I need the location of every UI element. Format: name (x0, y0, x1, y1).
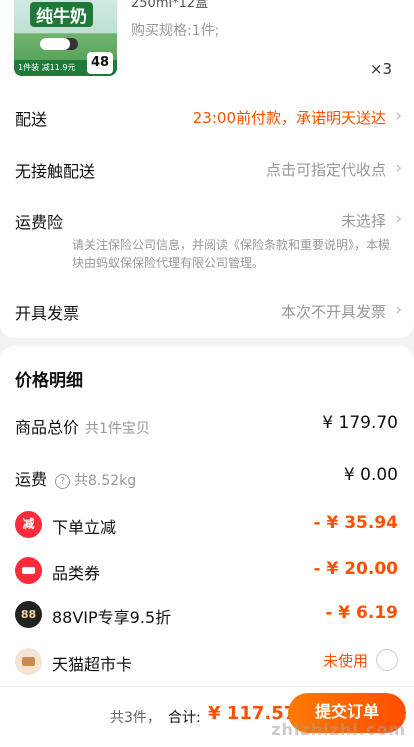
category-coupon-label: 品类券 (52, 564, 101, 583)
category-coupon-amount: - ¥ 20.00 (313, 559, 399, 579)
shipping-insurance-row[interactable]: 运费险 未选择 › (0, 201, 414, 241)
chevron-right-icon: › (395, 158, 402, 178)
help-icon[interactable]: ? (55, 474, 71, 489)
items-total-sub: 共1件宝贝 (85, 421, 150, 437)
invoice-value: 本次不开具发票 (280, 303, 386, 321)
insurance-value: 未选择 (340, 212, 386, 230)
items-total-amount: ¥ 179.70 (322, 413, 398, 433)
delivery-row[interactable]: 配送 23:00前付款，承诺明天送达 › (0, 98, 414, 138)
price-detail-card: 价格明细 商品总价 共1件宝贝 ¥ 179.70 运费? 共8.52kg ¥ 0.0… (0, 346, 414, 686)
chevron-right-icon: › (395, 209, 402, 229)
category-coupon-row[interactable]: 品类券 - ¥ 20.00 (0, 554, 414, 590)
tmall-card-label: 天猫超市卡 (52, 655, 133, 674)
order-info-card: 纯牛奶 1件装 减11.9元 48 250ml*12盒 购买规格:1件; ×3 … (0, 0, 414, 338)
instant-discount-row: 减 下单立减 - ¥ 35.94 (0, 508, 414, 544)
delivery-label: 配送 (15, 110, 48, 129)
product-thumbnail[interactable]: 纯牛奶 1件装 减11.9元 48 (14, 0, 117, 76)
items-total-row: 商品总价 共1件宝贝 ¥ 179.70 (0, 408, 414, 444)
instant-discount-amount: - ¥ 35.94 (313, 513, 399, 533)
discount-icon: 减 (15, 511, 42, 538)
contactless-value: 点击可指定代收点 (265, 161, 386, 179)
invoice-row[interactable]: 开具发票 本次不开具发票 › (0, 292, 414, 332)
shipping-amount: ¥ 0.00 (343, 465, 398, 485)
contactless-label: 无接触配送 (15, 162, 96, 181)
shipping-label: 运费 (15, 470, 48, 489)
price-detail-title: 价格明细 (15, 371, 83, 391)
cow-icon (40, 38, 70, 50)
product-spec-head: 250ml*12盒 (131, 0, 209, 11)
shipping-fee-row: 运费? 共8.52kg ¥ 0.00 (0, 460, 414, 496)
site-watermark: zhizhizhi.com (271, 720, 406, 739)
product-spec: 购买规格:1件; (131, 23, 220, 39)
vip-discount-label: 88VIP专享9.5折 (52, 608, 172, 627)
coupon-icon (15, 557, 42, 584)
tmall-card-radio[interactable] (376, 649, 398, 671)
item-count: 共3件， (110, 710, 161, 726)
items-total-label: 商品总价 (15, 418, 80, 437)
tmall-card-row[interactable]: 天猫超市卡 未使用 (0, 645, 414, 681)
chevron-right-icon: › (395, 106, 402, 126)
vip-discount-row: 88 88VIP专享9.5折 - ¥ 6.19 (0, 598, 414, 634)
card-icon (15, 648, 42, 675)
chevron-right-icon: › (395, 300, 402, 320)
shipping-weight: 共8.52kg (74, 473, 137, 489)
contactless-delivery-row[interactable]: 无接触配送 点击可指定代收点 › (0, 150, 414, 190)
tmall-card-status: 未使用 (322, 652, 368, 670)
vip-discount-amount: - ¥ 6.19 (325, 603, 398, 623)
invoice-label: 开具发票 (15, 304, 80, 323)
total-label: 合计: (168, 710, 201, 726)
88vip-icon: 88 (15, 601, 42, 628)
insurance-note: 请关注保险公司信息，并阅读《保险条款和重要说明》，本模块由蚂蚁保保险代理有限公司… (72, 238, 391, 270)
product-logo-text: 纯牛奶 (30, 2, 93, 27)
product-price-badge: 48 (87, 52, 113, 74)
instant-discount-label: 下单立减 (52, 518, 117, 537)
delivery-value: 23:00前付款，承诺明天送达 (192, 109, 386, 127)
insurance-label: 运费险 (15, 213, 64, 232)
product-quantity: ×3 (369, 60, 392, 78)
